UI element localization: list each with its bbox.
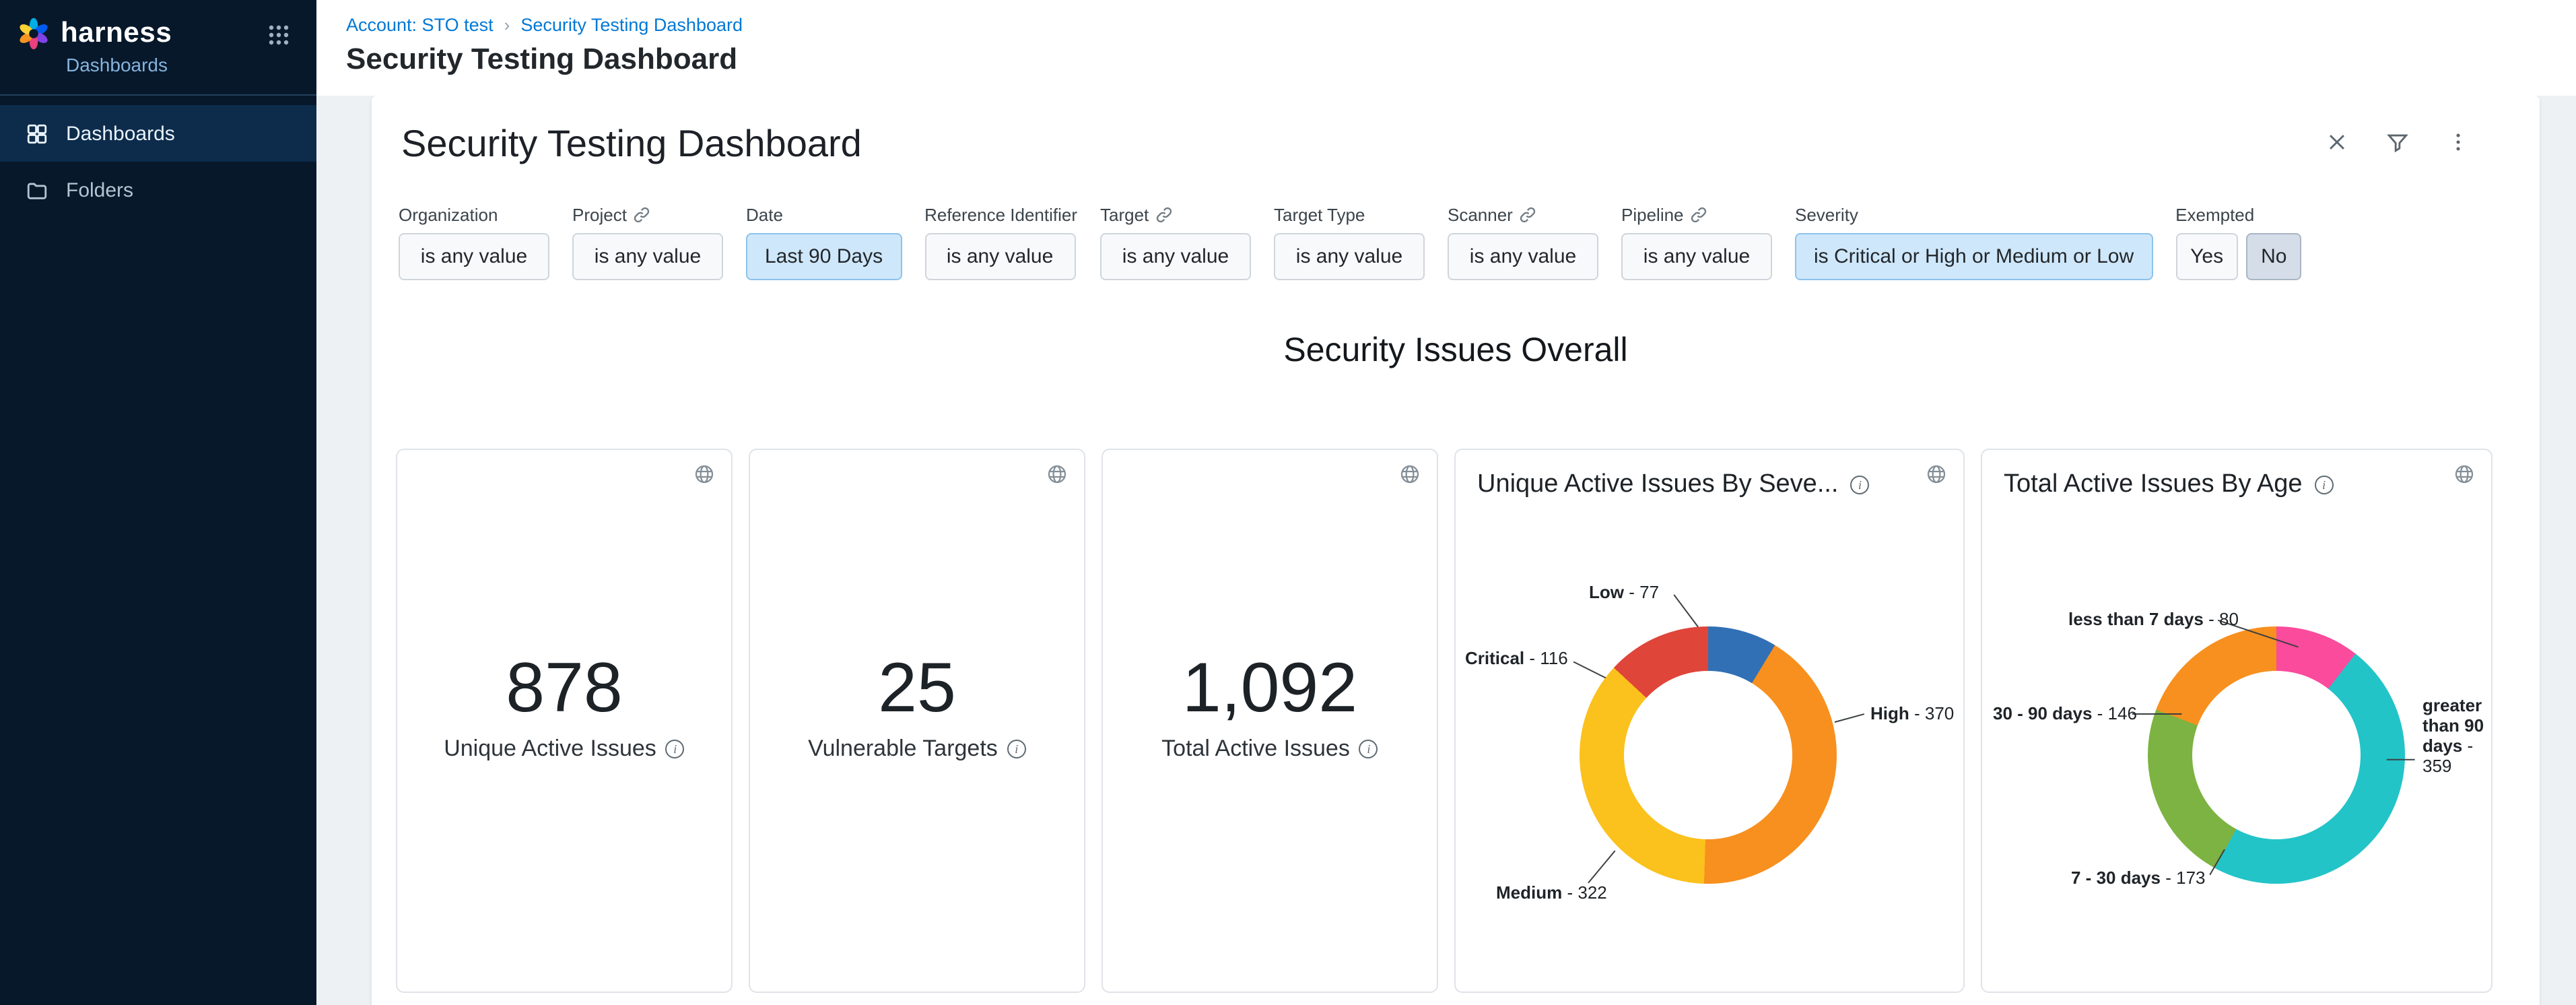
link-icon [1691, 205, 1708, 223]
filter-exempted: Exempted Yes No [2175, 203, 2301, 280]
filter-icon[interactable] [2386, 131, 2409, 154]
globe-icon[interactable] [2453, 463, 2475, 485]
filter-label: Date [746, 204, 783, 224]
donut-chart-age[interactable] [2148, 626, 2405, 884]
sidebar: harness Dashboards Dashboards [0, 0, 316, 1005]
dashboard-title: Security Testing Dashboard [372, 96, 2540, 166]
filter-target-type: Target Type is any value [1274, 203, 1425, 280]
stat-value: 878 [397, 652, 731, 725]
stat-label: Vulnerable Targets [808, 736, 998, 763]
filter-label: Target [1100, 204, 1149, 224]
filter-target-value[interactable]: is any value [1100, 233, 1251, 280]
filter-date: Date Last 90 Days [746, 203, 902, 280]
donut-label-greater-than-90-days: greater than 90 days - 359 [2422, 695, 2493, 776]
tile-total-active-issues: 1,092 Total Active Issues i [1101, 449, 1438, 993]
donut-label-less-than-7-days: less than 7 days - 80 [2068, 609, 2239, 629]
chart-title: Unique Active Issues By Seve... [1477, 470, 1839, 500]
donut-hole [2192, 671, 2361, 839]
donut-hole [1624, 671, 1792, 839]
stat-value: 1,092 [1103, 652, 1437, 725]
sidebar-header: harness Dashboards [0, 0, 316, 96]
exempted-yes-button[interactable]: Yes [2175, 233, 2238, 280]
filter-project-value[interactable]: is any value [572, 233, 723, 280]
stat-label: Unique Active Issues [444, 736, 656, 763]
info-icon[interactable]: i [2315, 476, 2334, 494]
tile-issues-by-severity: Unique Active Issues By Seve... i Low - … [1454, 449, 1965, 993]
sidebar-item-label: Folders [66, 179, 133, 201]
donut-label-critical: Critical - 116 [1465, 648, 1568, 668]
donut-label-high: High - 370 [1870, 703, 1954, 723]
kebab-menu-icon[interactable] [2447, 131, 2470, 154]
filter-pipeline-value[interactable]: is any value [1621, 233, 1772, 280]
globe-icon[interactable] [693, 463, 715, 485]
filter-severity: Severity is Critical or High or Medium o… [1795, 203, 2153, 280]
info-icon[interactable]: i [1851, 476, 1870, 494]
filter-label: Reference Identifier [924, 204, 1077, 224]
module-label: Dashboards [66, 54, 300, 75]
filter-date-value[interactable]: Last 90 Days [746, 233, 902, 280]
filter-pipeline: Pipeline is any value [1621, 203, 1772, 280]
filter-reference-identifier: Reference Identifier is any value [924, 203, 1077, 280]
breadcrumb-page-link[interactable]: Security Testing Dashboard [520, 15, 743, 35]
filter-label: Scanner [1448, 204, 1513, 224]
filter-bar: Organization is any value Project is any… [372, 166, 2540, 280]
sidebar-item-label: Dashboards [66, 122, 175, 145]
page-title: Security Testing Dashboard [346, 42, 2576, 77]
globe-icon[interactable] [1926, 463, 1947, 485]
app-grid-icon[interactable] [268, 24, 290, 53]
link-icon [1520, 205, 1537, 223]
dashboard-actions [2326, 131, 2470, 154]
folder-icon [26, 179, 48, 201]
filter-reference-identifier-value[interactable]: is any value [924, 233, 1075, 280]
chart-title: Total Active Issues By Age [2004, 470, 2303, 500]
app-window: harness Dashboards Dashboards [0, 0, 2576, 1005]
info-icon[interactable]: i [1007, 740, 1026, 758]
filter-scanner-value[interactable]: is any value [1448, 233, 1598, 280]
donut-label-low: Low - 77 [1589, 582, 1659, 602]
link-icon [1155, 205, 1173, 223]
stat-value: 25 [750, 652, 1084, 725]
filter-target-type-value[interactable]: is any value [1274, 233, 1425, 280]
filter-label: Pipeline [1621, 204, 1684, 224]
brand-wordmark: harness [61, 18, 172, 50]
sidebar-item-dashboards[interactable]: Dashboards [0, 105, 316, 162]
dashboard-panel: Security Testing Dashboard Organization … [372, 96, 2540, 1005]
filter-project: Project is any value [572, 203, 723, 280]
exempted-no-button[interactable]: No [2246, 233, 2301, 280]
info-icon[interactable]: i [1359, 740, 1378, 758]
breadcrumb-account-link[interactable]: Account: STO test [346, 15, 494, 35]
info-icon[interactable]: i [666, 740, 685, 758]
filter-label: Exempted [2175, 204, 2254, 224]
harness-logo-icon [16, 16, 51, 51]
filter-label: Target Type [1274, 204, 1365, 224]
tile-unique-active-issues: 878 Unique Active Issues i [396, 449, 733, 993]
globe-icon[interactable] [1399, 463, 1421, 485]
donut-chart-severity[interactable] [1580, 626, 1837, 884]
tile-issues-by-age: Total Active Issues By Age i less than 7… [1981, 449, 2493, 993]
filter-label: Organization [399, 204, 498, 224]
breadcrumb: Account: STO test › Security Testing Das… [346, 15, 2576, 35]
tile-vulnerable-targets: 25 Vulnerable Targets i [749, 449, 1085, 993]
breadcrumb-separator-icon: › [504, 15, 510, 35]
sidebar-item-folders[interactable]: Folders [0, 162, 316, 218]
donut-label-30-90-days: 30 - 90 days - 146 [1993, 703, 2137, 723]
stat-label: Total Active Issues [1161, 736, 1350, 763]
dashboards-icon [26, 122, 48, 145]
donut-label-7-30-days: 7 - 30 days - 173 [2071, 868, 2206, 888]
globe-icon[interactable] [1046, 463, 1068, 485]
donut-label-medium: Medium - 322 [1496, 882, 1607, 903]
close-icon[interactable] [2326, 131, 2348, 154]
filter-target: Target is any value [1100, 203, 1251, 280]
tile-row: 878 Unique Active Issues i 25 Vulnerable… [372, 449, 2540, 993]
filter-organization: Organization is any value [399, 203, 549, 280]
filter-organization-value[interactable]: is any value [399, 233, 549, 280]
page-header: Account: STO test › Security Testing Das… [316, 0, 2576, 96]
sidebar-nav: Dashboards Folders [0, 96, 316, 218]
filter-label: Project [572, 204, 627, 224]
link-icon [634, 205, 651, 223]
filter-severity-value[interactable]: is Critical or High or Medium or Low [1795, 233, 2153, 280]
filter-label: Severity [1795, 204, 1858, 224]
filter-scanner: Scanner is any value [1448, 203, 1598, 280]
section-heading: Security Issues Overall [372, 331, 2540, 370]
